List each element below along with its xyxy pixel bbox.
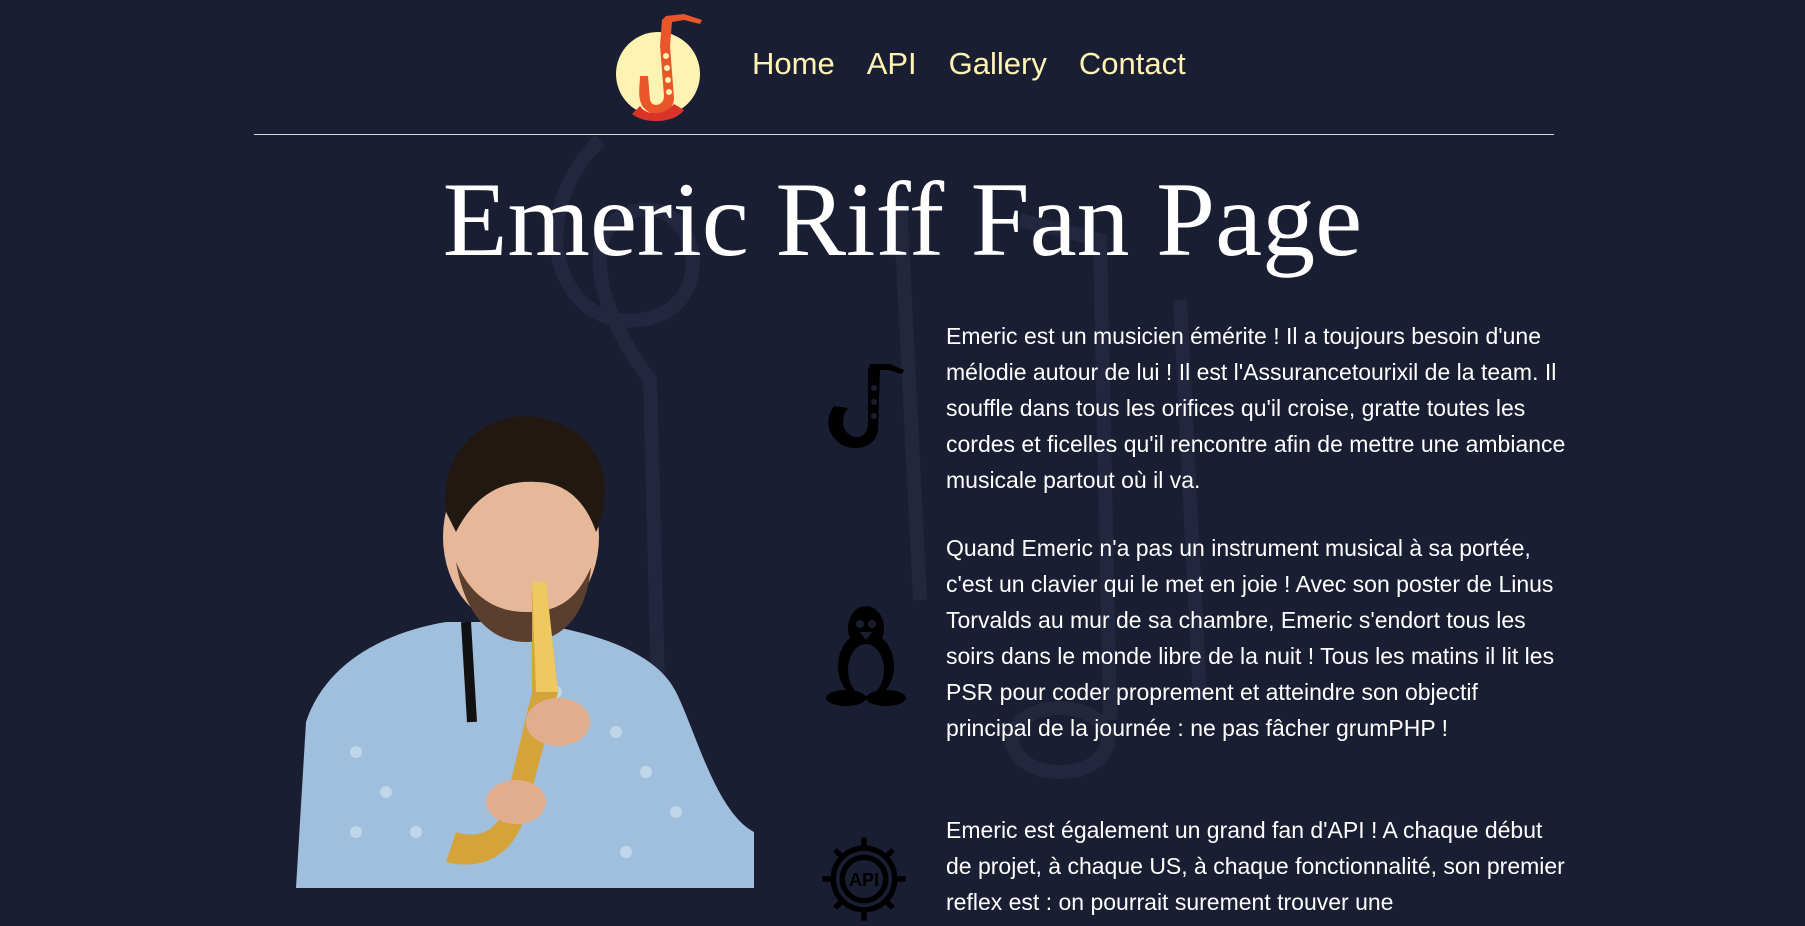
- linux-penguin-icon: [826, 606, 906, 706]
- nav-home-link[interactable]: Home: [752, 44, 835, 84]
- api-gear-icon: API: [822, 837, 906, 921]
- nav-api-link[interactable]: API: [867, 44, 917, 84]
- nav-contact-link[interactable]: Contact: [1079, 44, 1186, 84]
- paragraph-api: Emeric est également un grand fan d'API …: [946, 817, 1565, 915]
- saxophone-logo-icon[interactable]: [614, 6, 714, 124]
- saxophone-player-photo: [296, 416, 754, 888]
- saxophone-icon: [828, 364, 904, 449]
- nav-links: Home API Gallery Contact: [752, 44, 1186, 84]
- api-icon-label: API: [849, 870, 879, 890]
- nav-divider: [254, 134, 1554, 135]
- top-navigation: Home API Gallery Contact: [0, 0, 1805, 134]
- paragraph-linux: Quand Emeric n'a pas un instrument music…: [946, 535, 1555, 741]
- page-title: Emeric Riff Fan Page: [442, 161, 1363, 278]
- paragraph-musician: Emeric est un musicien émérite ! Il a to…: [946, 323, 1566, 493]
- nav-gallery-link[interactable]: Gallery: [949, 44, 1047, 84]
